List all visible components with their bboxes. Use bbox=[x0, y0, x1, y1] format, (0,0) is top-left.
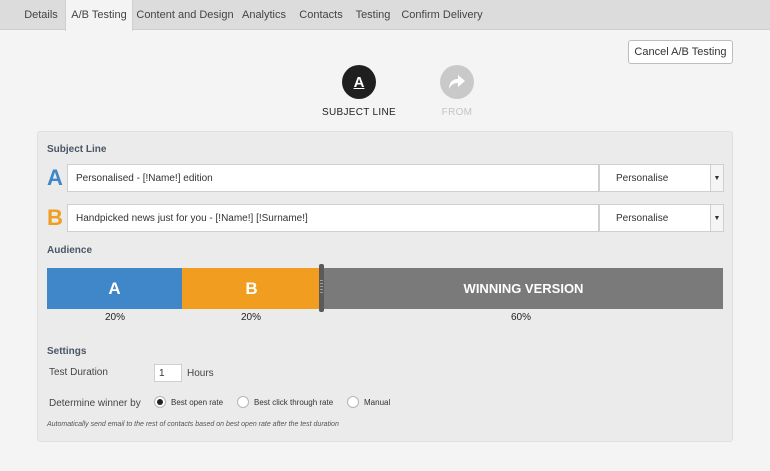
chevron-down-icon: ▼ bbox=[710, 165, 723, 191]
audience-split-bar: A B WINNING VERSION bbox=[47, 264, 723, 312]
percent-a: 20% bbox=[104, 312, 125, 323]
tab-details[interactable]: Details bbox=[18, 0, 64, 30]
audience-title: Audience bbox=[47, 245, 93, 256]
forward-arrow-icon bbox=[440, 65, 474, 99]
radio-manual[interactable]: Manual bbox=[347, 396, 390, 408]
personalise-a-label: Personalise bbox=[616, 173, 669, 184]
auto-send-note: Automatically send email to the rest of … bbox=[47, 421, 339, 428]
variant-a-letter: A bbox=[47, 165, 63, 190]
radio-unselected-icon bbox=[347, 396, 359, 408]
winner-label: Determine winner by bbox=[49, 398, 141, 409]
cancel-ab-testing-button[interactable]: Cancel A/B Testing bbox=[628, 40, 733, 64]
radio-best-open-rate[interactable]: Best open rate bbox=[154, 396, 223, 408]
audience-segment-winning: WINNING VERSION bbox=[324, 268, 723, 309]
test-duration-unit: Hours bbox=[187, 368, 214, 379]
tab-contacts[interactable]: Contacts bbox=[296, 0, 346, 30]
settings-title: Settings bbox=[47, 346, 87, 357]
tab-testing[interactable]: Testing bbox=[352, 0, 394, 30]
tab-confirm-delivery[interactable]: Confirm Delivery bbox=[400, 0, 484, 30]
personalise-a-dropdown[interactable]: Personalise ▼ bbox=[599, 164, 724, 192]
radio-label: Manual bbox=[364, 397, 391, 407]
tab-analytics[interactable]: Analytics bbox=[238, 0, 290, 30]
variant-b-letter: B bbox=[47, 205, 63, 230]
step-label-subject-line: SUBJECT LINE bbox=[322, 107, 396, 118]
letter-a-icon: A bbox=[342, 65, 376, 99]
ab-settings-panel: Subject Line A Personalise ▼ B Personali… bbox=[37, 131, 733, 442]
personalise-b-label: Personalise bbox=[616, 213, 669, 224]
chevron-down-icon: ▼ bbox=[710, 205, 723, 231]
step-subject-line[interactable]: A SUBJECT LINE bbox=[320, 65, 398, 118]
subject-a-input[interactable] bbox=[67, 164, 599, 192]
radio-label: Best click through rate bbox=[254, 397, 334, 407]
subject-line-title: Subject Line bbox=[47, 144, 107, 155]
subject-b-input[interactable] bbox=[67, 204, 599, 232]
audience-segment-a: A bbox=[47, 268, 182, 309]
tab-bar: Details A/B Testing Content and Design A… bbox=[0, 0, 770, 31]
radio-selected-icon bbox=[154, 396, 166, 408]
radio-label: Best open rate bbox=[171, 397, 224, 407]
test-duration-input[interactable] bbox=[154, 364, 182, 382]
grip-icon bbox=[320, 280, 323, 294]
radio-best-click-through-rate[interactable]: Best click through rate bbox=[237, 396, 333, 408]
tab-content-and-design[interactable]: Content and Design bbox=[136, 0, 234, 30]
split-drag-handle[interactable] bbox=[319, 264, 324, 312]
test-duration-label: Test Duration bbox=[49, 367, 108, 378]
tab-ab-testing[interactable]: A/B Testing bbox=[65, 0, 133, 31]
radio-unselected-icon bbox=[237, 396, 249, 408]
audience-segment-b: B bbox=[182, 268, 321, 309]
step-from[interactable]: FROM bbox=[425, 65, 489, 118]
percent-winning: 60% bbox=[510, 312, 531, 323]
step-letter: A bbox=[353, 73, 365, 91]
step-label-from: FROM bbox=[441, 107, 473, 118]
personalise-b-dropdown[interactable]: Personalise ▼ bbox=[599, 204, 724, 232]
percent-b: 20% bbox=[240, 312, 261, 323]
